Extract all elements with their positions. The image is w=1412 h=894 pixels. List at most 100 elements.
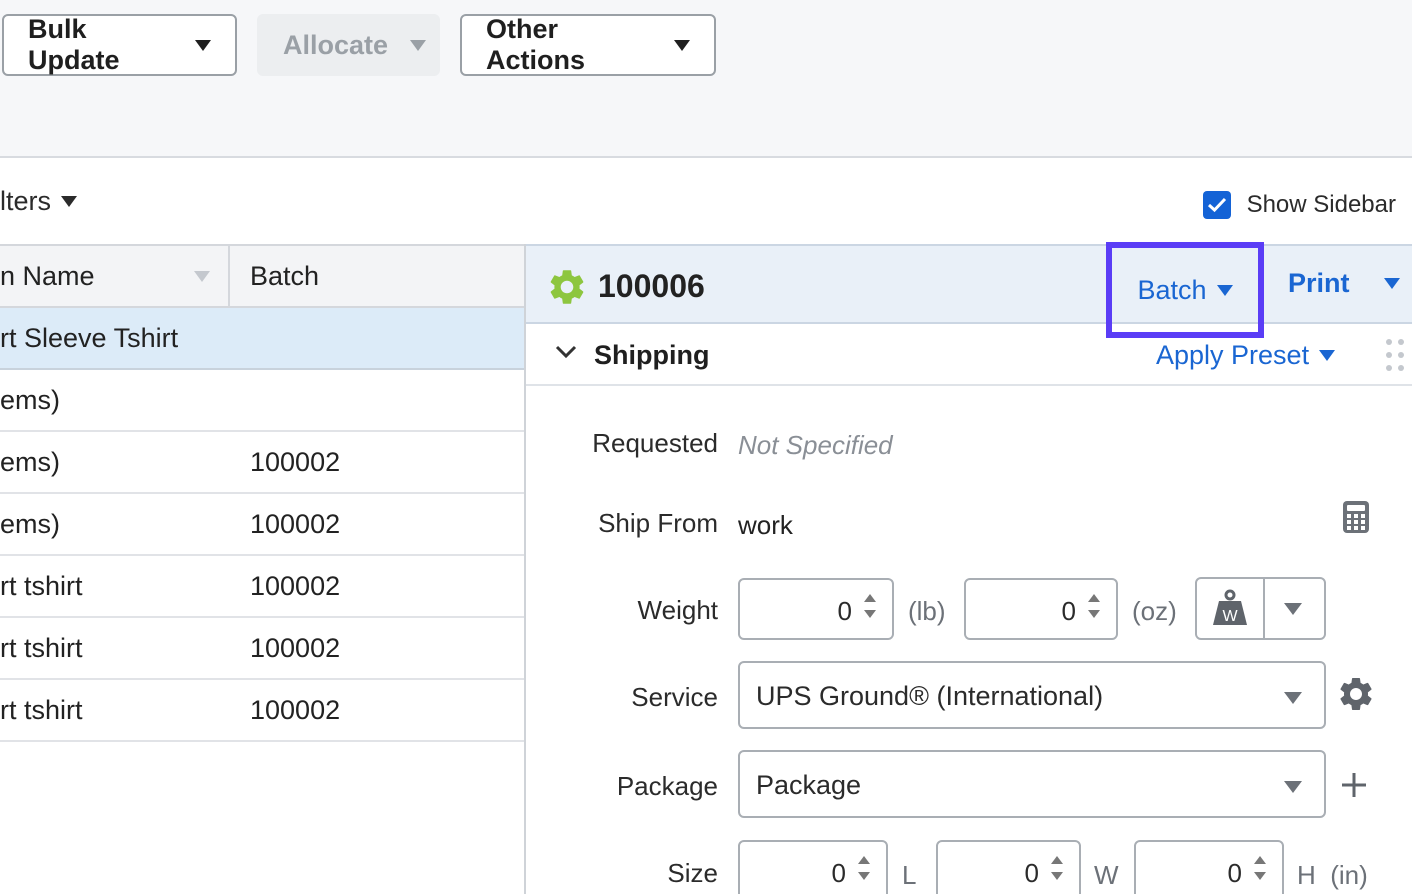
spinner-icon[interactable] [864, 594, 878, 618]
allocate-label: Allocate [283, 29, 389, 60]
spinner-icon[interactable] [1254, 856, 1268, 880]
filters-dropdown[interactable]: lters [0, 186, 78, 217]
other-actions-label: Other Actions [486, 14, 586, 75]
table-row[interactable]: rt tshirt 100002 [0, 680, 526, 742]
toolbar: Bulk Update Allocate Other Actions [0, 0, 1412, 158]
row-batch: 100002 [250, 694, 341, 725]
caret-down-icon[interactable] [1284, 603, 1302, 615]
package-value: Package [756, 770, 862, 800]
caret-down-icon [410, 39, 427, 51]
plus-icon[interactable] [1340, 771, 1368, 799]
row-batch: 100002 [250, 508, 341, 539]
size-height-input[interactable]: 0 [1134, 840, 1284, 894]
column-batch-label: Batch [250, 260, 320, 291]
caret-down-icon [195, 39, 211, 51]
sort-caret-icon[interactable] [194, 270, 210, 282]
weight-oz-value: 0 [1061, 596, 1076, 626]
size-width-value: 0 [1024, 858, 1039, 888]
apply-preset-button[interactable]: Apply Preset [1156, 340, 1336, 371]
caret-down-icon [1216, 284, 1233, 296]
row-item-name: rt tshirt [0, 570, 83, 601]
caret-down-icon [674, 39, 690, 51]
gear-icon[interactable] [1336, 674, 1376, 714]
row-item-name: rt tshirt [0, 694, 83, 725]
spinner-icon[interactable] [1088, 594, 1102, 618]
column-header-name[interactable]: n Name [0, 246, 230, 306]
table-row[interactable]: ems) 100002 [0, 494, 526, 556]
package-select[interactable]: Package [738, 750, 1326, 818]
size-label: Size [667, 858, 718, 888]
weight-lb-input[interactable]: 0 [738, 578, 894, 640]
column-header-batch[interactable]: Batch [230, 246, 319, 306]
bulk-update-label: Bulk Update [28, 14, 120, 75]
show-sidebar-toggle[interactable]: Show Sidebar [1202, 191, 1396, 219]
show-sidebar-checkbox[interactable] [1202, 191, 1231, 219]
caret-down-icon [1319, 350, 1336, 361]
order-panel-header: 100006 Batch Print [526, 242, 1412, 338]
size-width-input[interactable]: 0 [936, 840, 1081, 894]
service-select[interactable]: UPS Ground® (International) [738, 661, 1326, 729]
weight-lb-value: 0 [837, 596, 852, 626]
caret-down-icon [61, 196, 78, 207]
shipping-title: Shipping [594, 340, 710, 370]
row-item-name: rt Sleeve Tshirt [0, 322, 179, 353]
table-row[interactable]: ems) [0, 370, 526, 432]
size-height-unit: H (in) [1297, 860, 1368, 890]
size-length-unit: L [902, 860, 917, 890]
shipping-section-header: Shipping Apply Preset [526, 324, 1412, 386]
weight-oz-unit: (oz) [1132, 596, 1177, 626]
other-actions-button[interactable]: Other Actions [460, 14, 716, 76]
service-label: Service [631, 682, 718, 712]
size-length-input[interactable]: 0 [738, 840, 888, 894]
weight-label: Weight [637, 595, 718, 625]
weight-lb-unit: (lb) [908, 596, 946, 626]
weight-oz-input[interactable]: 0 [964, 578, 1118, 640]
column-name-label: n Name [0, 260, 95, 291]
caret-down-icon [1284, 692, 1302, 704]
size-width-unit: W [1094, 860, 1119, 890]
calculator-icon[interactable] [1342, 500, 1370, 534]
table-row[interactable]: rt tshirt 100002 [0, 556, 526, 618]
table-row[interactable]: ems) 100002 [0, 432, 526, 494]
size-height-value: 0 [1227, 858, 1242, 888]
ship-from-label: Ship From [598, 508, 718, 538]
spinner-icon[interactable] [858, 856, 872, 880]
row-item-name: ems) [0, 508, 60, 539]
order-number: 100006 [598, 268, 705, 304]
bulk-update-button[interactable]: Bulk Update [2, 14, 237, 76]
row-item-name: ems) [0, 384, 60, 415]
scale-icon: W [1213, 589, 1247, 625]
size-length-value: 0 [831, 858, 846, 888]
table-header: n Name Batch [0, 246, 526, 308]
drag-handle-icon[interactable] [1384, 338, 1406, 372]
allocate-button[interactable]: Allocate [257, 14, 440, 76]
scale-button-divider [1263, 579, 1265, 638]
scale-button[interactable]: W [1195, 577, 1326, 640]
table-row[interactable]: rt tshirt 100002 [0, 618, 526, 680]
scale-letter: W [1222, 608, 1238, 625]
row-item-name: ems) [0, 446, 60, 477]
filters-label: lters [0, 186, 52, 216]
table-row[interactable]: rt Sleeve Tshirt [0, 308, 526, 370]
orders-table: n Name Batch rt Sleeve Tshirt ems) ems) … [0, 244, 526, 742]
print-label: Print [1288, 268, 1350, 298]
row-item-name: rt tshirt [0, 632, 83, 663]
gear-icon [550, 270, 584, 304]
chevron-down-icon[interactable] [554, 344, 578, 360]
row-batch: 100002 [250, 570, 341, 601]
requested-value: Not Specified [738, 430, 893, 460]
print-dropdown-button[interactable]: Print [1288, 268, 1400, 299]
batch-label: Batch [1137, 274, 1207, 305]
ship-from-value[interactable]: work [738, 510, 793, 541]
service-value: UPS Ground® (International) [756, 681, 1104, 711]
row-batch: 100002 [250, 446, 341, 477]
requested-label: Requested [592, 428, 718, 458]
package-label: Package [616, 771, 718, 801]
show-sidebar-label: Show Sidebar [1246, 191, 1396, 218]
caret-down-icon [1383, 278, 1400, 289]
apply-preset-label: Apply Preset [1156, 340, 1310, 370]
row-batch: 100002 [250, 632, 341, 663]
check-icon [1207, 197, 1226, 213]
spinner-icon[interactable] [1051, 856, 1065, 880]
caret-down-icon [1284, 781, 1302, 793]
